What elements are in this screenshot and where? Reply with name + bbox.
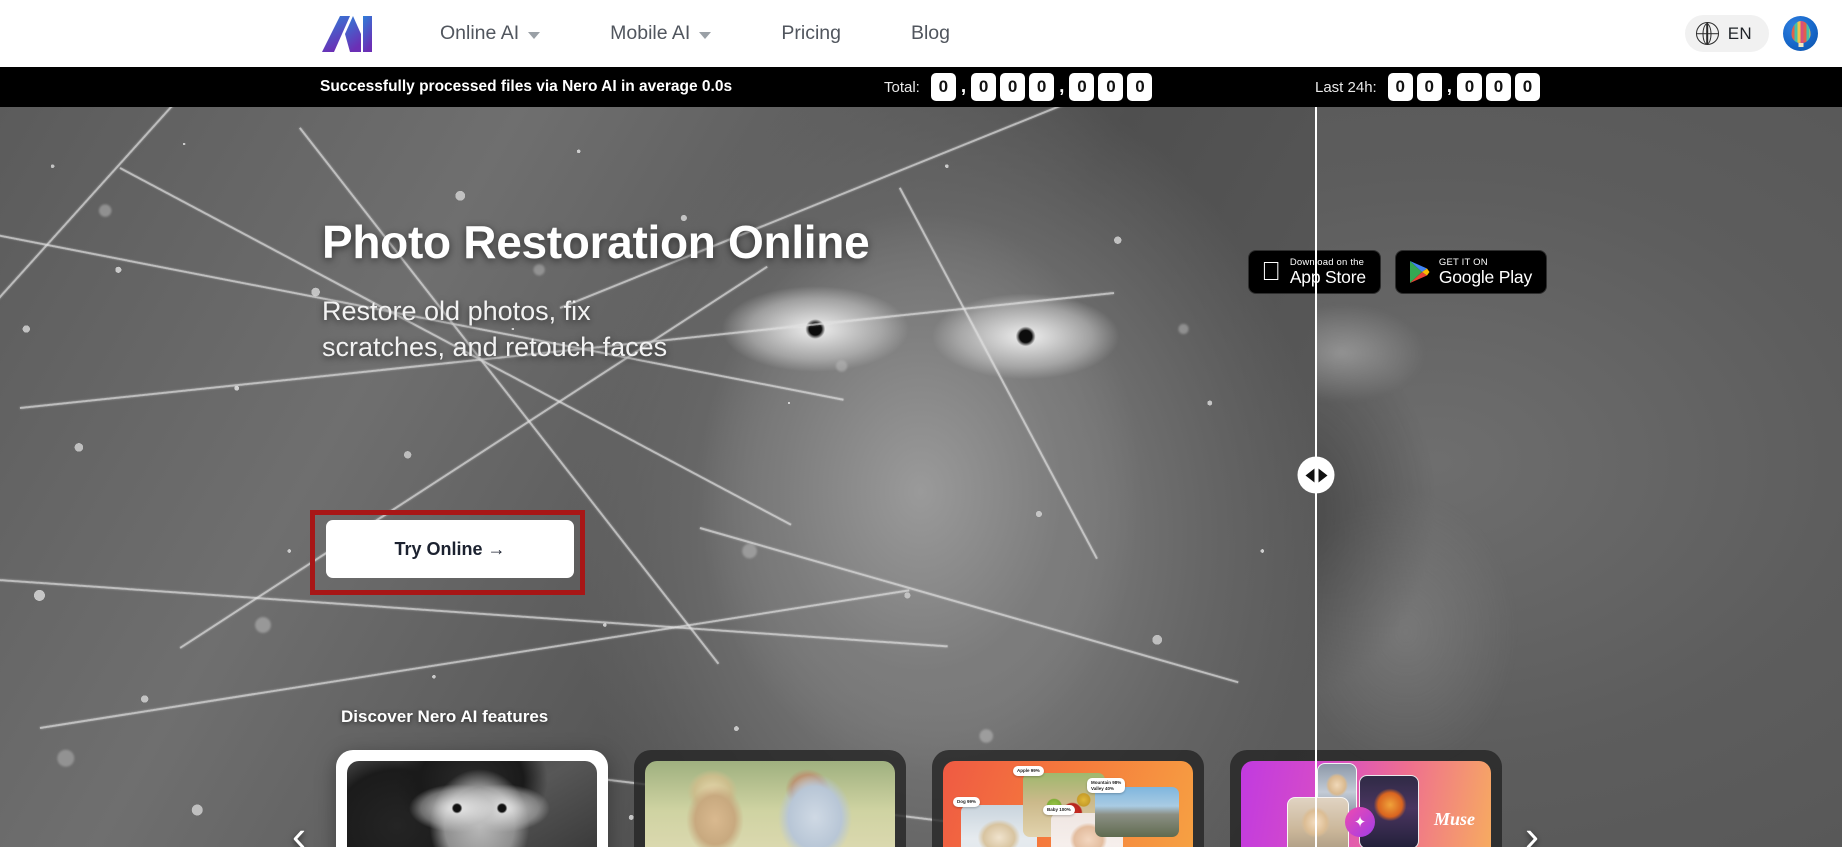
stats-ticker-bar: Successfully processed files via Nero AI…: [0, 67, 1842, 107]
card-thumbnail: [645, 761, 895, 847]
google-play-badge-bottom: Google Play: [1438, 267, 1532, 287]
google-play-icon: [1408, 260, 1430, 284]
app-store-badge-top: Download on the: [1289, 256, 1365, 268]
digit: 0: [1000, 73, 1026, 101]
google-play-badge-top: GET IT ON: [1438, 256, 1488, 268]
carousel-prev-button[interactable]: ‹: [292, 815, 306, 847]
digit: 0: [930, 73, 956, 101]
nero-ai-logo[interactable]: [320, 14, 372, 54]
balloon-basket-icon: [1798, 43, 1803, 47]
language-selector[interactable]: EN: [1684, 15, 1769, 52]
arrow-right-icon: [1318, 468, 1327, 482]
last-24h-counter: Last 24h: 0 0 , 0 0 0: [1315, 73, 1540, 101]
digit: 0: [1486, 73, 1511, 101]
card-thumbnail: [347, 761, 597, 847]
digit: 0: [1127, 73, 1153, 101]
last-24h-counter-label: Last 24h:: [1315, 78, 1377, 96]
hero-subtitle: Restore old photos, fix scratches, and r…: [322, 293, 667, 366]
app-store-badge-text: Download on the App Store: [1289, 256, 1366, 287]
page-title: Photo Restoration Online: [322, 216, 870, 268]
chevron-down-icon: [528, 31, 541, 39]
carousel-heading: Discover Nero AI features: [341, 707, 549, 726]
carousel-card-photo-tagger[interactable]: Dog 99% Apple 99% Baby 100% Mountain 98%…: [932, 750, 1204, 847]
digit: 0: [971, 73, 997, 101]
nav-label-mobile-ai: Mobile AI: [610, 22, 691, 44]
tag-pill-dog: Dog 99%: [953, 797, 981, 807]
digit: 0: [1387, 73, 1413, 101]
digit: 0: [1515, 73, 1540, 101]
nav-label-pricing: Pricing: [781, 22, 841, 44]
muse-photo-left: [1287, 797, 1349, 847]
nav-label-online-ai: Online AI: [440, 22, 520, 44]
total-counter-digits: 0 , 0 0 0 , 0 0 0: [930, 73, 1153, 101]
tagger-thumb-mountain: [1095, 787, 1179, 837]
globe-icon: [1695, 22, 1719, 45]
app-store-badge-bottom: App Store: [1289, 267, 1366, 287]
page-root: Online AI Mobile AI Pricing Blog EN Succ…: [0, 0, 1842, 847]
nav-item-online-ai[interactable]: Online AI: [418, 0, 562, 67]
arrow-left-icon: [1305, 468, 1314, 482]
digit-separator: ,: [1446, 76, 1452, 97]
carousel-card-nero-muse[interactable]: ✦ Muse M Nero Muse: [1230, 750, 1502, 847]
carousel-card-colorize-photo[interactable]: Colorize Photo Online: [634, 750, 906, 847]
language-label: EN: [1727, 23, 1752, 43]
digit-separator: ,: [960, 76, 967, 97]
tag-pill-baby: Baby 100%: [1043, 805, 1075, 815]
total-counter-label: Total:: [884, 78, 920, 96]
google-play-badge[interactable]: GET IT ON Google Play: [1394, 250, 1547, 294]
digit: 0: [1098, 73, 1124, 101]
muse-wordmark: Muse: [1433, 809, 1475, 829]
ticker-message: Successfully processed files via Nero AI…: [320, 78, 733, 95]
card-thumbnail: Dog 99% Apple 99% Baby 100% Mountain 98%…: [943, 761, 1193, 847]
google-play-badge-text: GET IT ON Google Play: [1438, 256, 1532, 287]
digit: 0: [1416, 73, 1442, 101]
feature-carousel: Photo Restoration Online Colorize Photo …: [336, 750, 1502, 847]
before-after-slider-handle[interactable]: [1297, 456, 1335, 494]
site-header: Online AI Mobile AI Pricing Blog EN: [0, 0, 1842, 67]
muse-wand-badge-icon: ✦: [1345, 807, 1375, 837]
carousel-card-photo-restoration[interactable]: Photo Restoration Online: [336, 750, 608, 847]
nav-item-mobile-ai[interactable]: Mobile AI: [588, 0, 733, 67]
nav-item-pricing[interactable]: Pricing: [759, 0, 863, 67]
card-thumbnail: ✦ Muse: [1241, 761, 1491, 847]
avatar[interactable]: [1783, 16, 1818, 51]
last-24h-counter-digits: 0 0 , 0 0 0: [1387, 73, 1540, 101]
tag-pill-apple: Apple 99%: [1013, 766, 1044, 776]
nav-item-blog[interactable]: Blog: [889, 0, 972, 67]
hero-section: Photo Restoration Online Restore old pho…: [0, 107, 1842, 847]
digit: 0: [1457, 73, 1482, 101]
app-store-badges:  Download on the App Store GET IT ON: [1248, 250, 1547, 294]
try-online-button[interactable]: Try Online →: [326, 520, 574, 578]
tag-pill-mountain: Mountain 98% Valley 40%: [1087, 778, 1126, 794]
digit: 0: [1029, 73, 1055, 101]
carousel-next-button[interactable]: ›: [1525, 815, 1539, 847]
chevron-down-icon: [699, 31, 712, 39]
hero-subtitle-line-1: Restore old photos, fix: [322, 296, 591, 326]
nav-label-blog: Blog: [910, 22, 950, 44]
digit: 0: [1069, 73, 1095, 101]
balloon-icon: [1791, 21, 1810, 43]
main-nav: Online AI Mobile AI Pricing Blog: [418, 0, 972, 67]
digit-separator: ,: [1059, 76, 1065, 97]
total-counter: Total: 0 , 0 0 0 , 0 0 0: [884, 73, 1153, 101]
hero-subtitle-line-2: scratches, and retouch faces: [322, 332, 668, 363]
header-actions: EN: [1684, 0, 1818, 67]
